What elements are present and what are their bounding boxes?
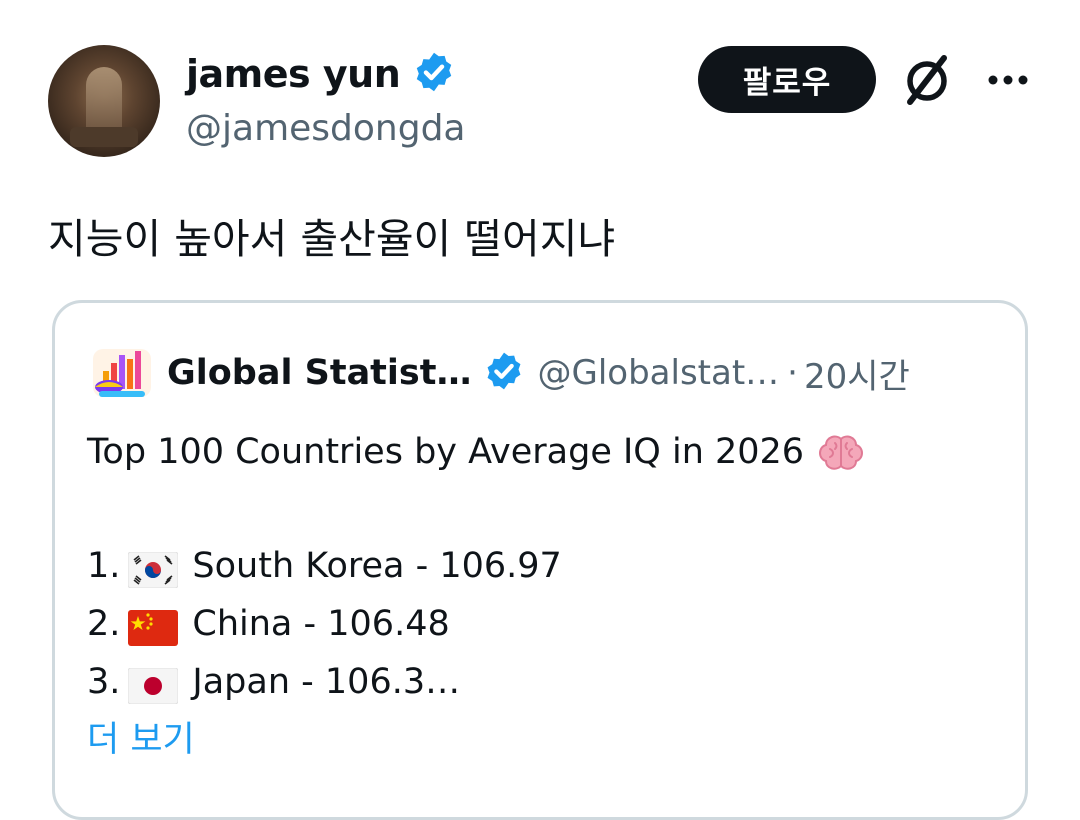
- avatar-base-shape: [70, 127, 138, 147]
- show-more-link[interactable]: 더 보기: [87, 711, 195, 769]
- author-handle[interactable]: @jamesdongda: [186, 108, 466, 149]
- quote-body: Top 100 Countries by Average IQ in 2026 …: [87, 423, 866, 769]
- verified-badge-icon: [412, 50, 456, 98]
- follow-button[interactable]: 팔로우: [698, 46, 876, 113]
- china-flag-icon: [128, 606, 179, 646]
- list-item-text: Japan - 106.3…: [192, 662, 461, 702]
- line-break: [87, 481, 866, 537]
- quote-header: Global Statist… @Globalstat… · 20시간: [167, 343, 910, 403]
- quote-title-line: Top 100 Countries by Average IQ in 2026: [87, 423, 866, 481]
- verified-badge-icon: [483, 350, 525, 396]
- list-item-rank: 3.: [87, 662, 121, 702]
- show-more-line: 더 보기: [87, 711, 866, 769]
- list-item-rank: 2.: [87, 604, 121, 644]
- list-item-text: South Korea - 106.97: [192, 546, 562, 586]
- quote-title: Top 100 Countries by Average IQ in 2026: [87, 432, 805, 472]
- brain-emoji-icon: [816, 431, 866, 473]
- japan-flag-icon: [127, 664, 179, 705]
- quote-author-avatar[interactable]: [89, 341, 155, 403]
- list-item-rank: 1.: [87, 546, 121, 586]
- author-name-row: james yun: [186, 48, 456, 100]
- south-korea-flag-icon: [127, 548, 179, 589]
- more-icon[interactable]: [984, 62, 1032, 98]
- author-avatar[interactable]: [48, 45, 160, 157]
- list-item-text: China - 106.48: [192, 604, 450, 644]
- author-name[interactable]: james yun: [186, 52, 401, 96]
- quote-author-name[interactable]: Global Statist…: [167, 353, 471, 393]
- grok-icon[interactable]: [900, 52, 956, 108]
- quote-timestamp[interactable]: 20시간: [804, 349, 910, 398]
- quote-author-handle[interactable]: @Globalstat…: [537, 353, 779, 393]
- list-item: 2. China - 106.48: [87, 595, 866, 653]
- list-item: 1. South Korea - 106.97: [87, 537, 866, 595]
- quote-tweet-card[interactable]: Global Statist… @Globalstat… · 20시간 Top …: [52, 300, 1028, 820]
- list-item: 3. Japan - 106.3…: [87, 653, 866, 711]
- tweet-text: 지능이 높아서 출산율이 떨어지냐: [48, 215, 616, 263]
- separator-dot: ·: [787, 353, 798, 393]
